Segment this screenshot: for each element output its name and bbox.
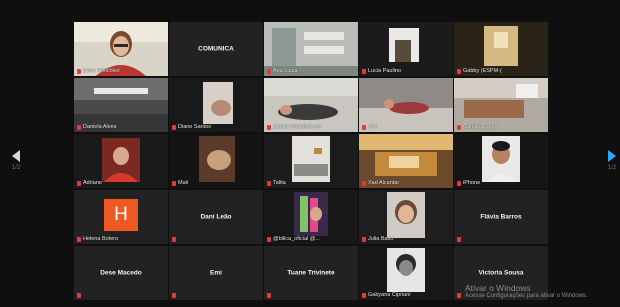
participant-tile-emi[interactable]: Emi: [169, 246, 263, 300]
mic-muted-icon: [172, 124, 176, 130]
participant-display-name: Emi: [210, 269, 222, 277]
participant-tile-julia[interactable]: Julia Baso: [359, 190, 453, 244]
participant-tile-gabyana[interactable]: Gabyana Cipriani: [359, 246, 453, 300]
arrow-right-icon: [608, 150, 616, 162]
participant-display-name: Victoria Sousa: [478, 269, 524, 277]
participant-grid: Ester Welchkel COMUNICA Ana Luiza Lucia …: [74, 22, 548, 300]
participant-name: Lucia Paulino: [368, 68, 402, 74]
participant-name: Talita: [273, 180, 286, 186]
participant-tile-flavia[interactable]: Flávia Barros: [454, 190, 548, 244]
mic-muted-icon: [77, 180, 81, 186]
participant-tile-xad[interactable]: Xad Alcantar: [359, 134, 453, 188]
page-indicator-left: 1/2: [11, 165, 21, 171]
mic-muted-icon: [267, 68, 271, 74]
participant-tile-dani-leao[interactable]: Dani Leão: [169, 190, 263, 244]
participant-tile-daniela[interactable]: Daniela Alves: [74, 78, 168, 132]
mic-muted-icon: [457, 68, 461, 74]
mic-muted-icon: [172, 293, 176, 298]
participant-name: Camila Cunha: [463, 124, 498, 130]
page-indicator-right: 1/2: [607, 165, 617, 171]
participant-name: Estela Ramalho-rox: [273, 124, 322, 130]
participant-tile-ester[interactable]: Ester Welchkel: [74, 22, 168, 76]
participant-tile-gabby[interactable]: Gabby (ESPM-(: [454, 22, 548, 76]
avatar: H: [104, 199, 138, 231]
participant-name: iPhone: [463, 180, 481, 186]
mic-muted-icon: [457, 293, 461, 298]
mic-muted-icon: [77, 124, 81, 130]
mic-muted-icon: [362, 180, 366, 186]
mic-muted-icon: [172, 180, 176, 186]
participant-tile-bilica[interactable]: @bilica_oficial @...: [264, 190, 358, 244]
mic-muted-icon: [172, 237, 176, 242]
mic-muted-icon: [267, 124, 271, 130]
participant-display-name: Dese Macedo: [100, 269, 142, 277]
watermark-subtitle: Acesse Configurações para ativar o Windo…: [465, 293, 588, 299]
mic-muted-icon: [362, 236, 366, 242]
mic-muted-icon: [457, 180, 461, 186]
participant-display-name: COMUNICA: [198, 45, 234, 53]
watermark-title: Ativar o Windows: [465, 283, 531, 293]
participant-display-name: Tuane Trivinete: [287, 269, 335, 277]
participant-name: Gabby (ESPM-(: [463, 68, 502, 74]
mic-muted-icon: [267, 293, 271, 298]
mic-muted-icon: [457, 124, 461, 130]
participant-display-name: Dani Leão: [200, 213, 232, 221]
participant-name: Mali: [178, 180, 189, 186]
participant-tile-tuane[interactable]: Tuane Trivinete: [264, 246, 358, 300]
participant-tile-ana-luiza[interactable]: Ana Luiza: [264, 22, 358, 76]
participant-name: @bilica_oficial @...: [273, 236, 320, 242]
participant-tile-camila[interactable]: Camila Cunha: [454, 78, 548, 132]
participant-tile-lucia[interactable]: Lucia Paulino: [359, 22, 453, 76]
participant-tile-talita[interactable]: Talita: [264, 134, 358, 188]
participant-name: Ana Luiza: [273, 68, 298, 74]
participant-display-name: Flávia Barros: [480, 213, 522, 221]
mic-muted-icon: [362, 292, 366, 298]
participant-tile-diane[interactable]: Diane Santos: [169, 78, 263, 132]
participant-name: Helena Botero: [83, 236, 119, 242]
video-gallery: 1/2 1/2 Ester Welchkel COMUNICA Ana Luiz…: [0, 0, 620, 307]
participant-tile-estela[interactable]: Estela Ramalho-rox: [264, 78, 358, 132]
participant-tile-dese[interactable]: Dese Macedo: [74, 246, 168, 300]
mic-muted-icon: [362, 124, 366, 130]
windows-activation-watermark: Ativar o Windows Acesse Configurações pa…: [465, 283, 588, 299]
participant-tile-iphone[interactable]: iPhone: [454, 134, 548, 188]
participant-name: Yna: [368, 124, 378, 130]
mic-muted-icon: [267, 180, 271, 186]
participant-name: Adriane: [83, 180, 102, 186]
participant-name: Julia Baso: [368, 236, 394, 242]
participant-name: Diane Santos: [178, 124, 212, 130]
participant-tile-yna[interactable]: Yna: [359, 78, 453, 132]
mic-muted-icon: [77, 236, 81, 242]
next-page-button[interactable]: 1/2: [604, 150, 620, 174]
participant-tile-helena[interactable]: H Helena Botero: [74, 190, 168, 244]
participant-tile-adriane[interactable]: Adriane: [74, 134, 168, 188]
mic-muted-icon: [457, 237, 461, 242]
mic-muted-icon: [362, 68, 366, 74]
participant-tile-mali[interactable]: Mali: [169, 134, 263, 188]
participant-name: Gabyana Cipriani: [368, 292, 411, 298]
participant-name: Ester Welchkel: [83, 68, 120, 74]
arrow-left-icon: [12, 150, 20, 162]
participant-name: Daniela Alves: [83, 124, 117, 130]
mic-muted-icon: [267, 236, 271, 242]
mic-muted-icon: [77, 68, 81, 74]
participant-name: Xad Alcantar: [368, 180, 400, 186]
mic-muted-icon: [77, 293, 81, 298]
participant-tile-comunica[interactable]: COMUNICA: [169, 22, 263, 76]
prev-page-button[interactable]: 1/2: [8, 150, 24, 174]
